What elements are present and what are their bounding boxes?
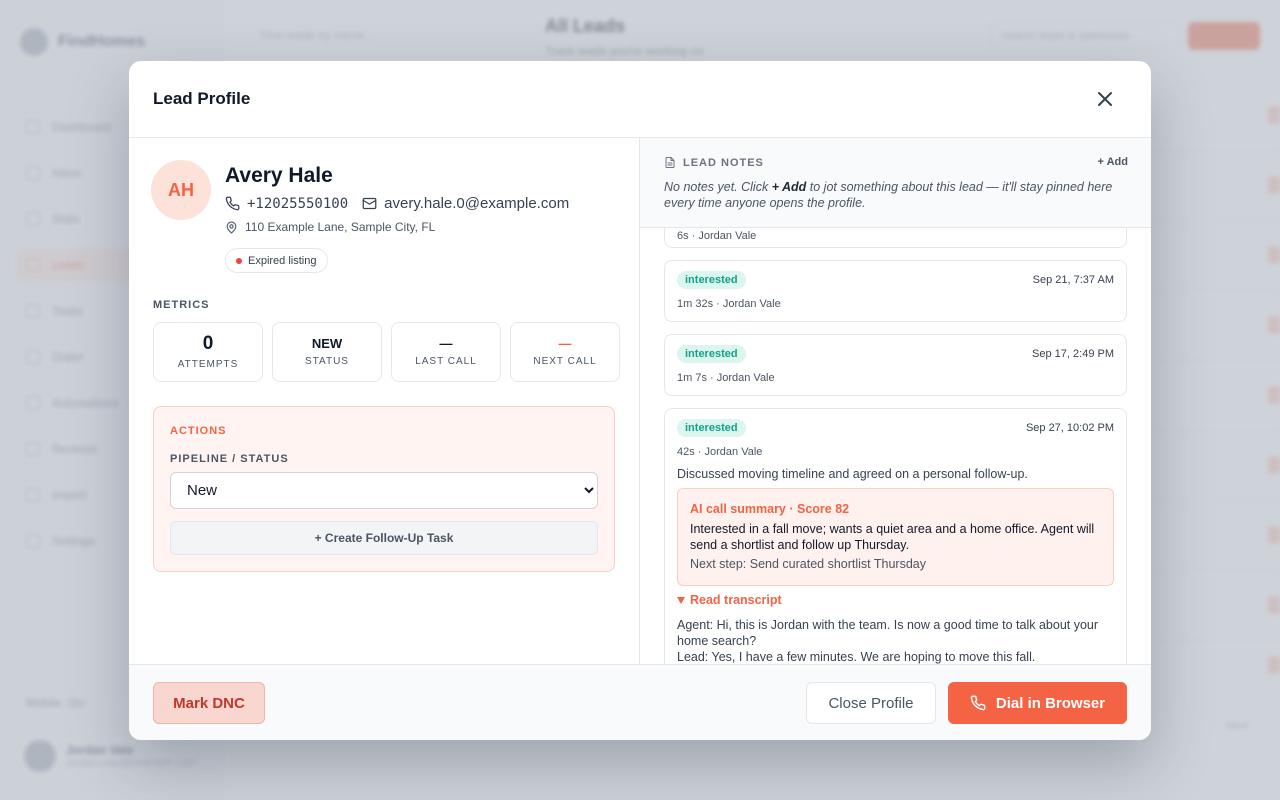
call-date: Sep 17, 2:49 PM [1032, 348, 1114, 360]
metrics-label: METRICS [153, 299, 210, 311]
actions-panel: ACTIONS PIPELINE / STATUS New + Create F… [153, 406, 615, 572]
ai-summary-title: AI call summary · Score 82 [690, 502, 850, 516]
call-date: Sep 27, 10:02 PM [1025, 422, 1114, 434]
phone-icon [225, 196, 240, 211]
lead-notes-header: LEAD NOTES + Add No notes yet. Click + A… [640, 138, 1151, 228]
metrics-row: 0 Attempts NEW Status — Last Call — Next… [153, 322, 620, 382]
read-transcript-toggle[interactable]: Read transcript [677, 593, 782, 607]
tag-dot-icon [236, 257, 242, 264]
lead-profile-modal: Lead Profile AH Avery Hale +12025550100 … [129, 61, 1151, 740]
metric-status: NEW Status [272, 322, 382, 382]
mail-icon [362, 197, 377, 210]
call-outcome-badge: interested [677, 271, 746, 289]
call-note: Discussed moving timeline and agreed on … [677, 467, 1028, 481]
call-meta: 42s · Jordan Vale [677, 446, 763, 458]
ai-call-summary: AI call summary · Score 82 Interested in… [677, 488, 1114, 586]
call-card[interactable]: interested Sep 27, 10:02 PM 42s · Jordan… [664, 408, 1127, 664]
call-card[interactable]: interested Sep 21, 7:37 AM 1m 32s · Jord… [664, 260, 1127, 322]
actions-title: ACTIONS [170, 425, 227, 437]
call-outcome-badge: interested [677, 419, 746, 437]
document-icon [665, 157, 675, 168]
lead-notes-title: LEAD NOTES [664, 156, 764, 169]
modal-header: Lead Profile [129, 61, 1151, 138]
mark-dnc-button[interactable]: Mark DNC [153, 682, 265, 724]
lead-phone[interactable]: +12025550100 [225, 196, 348, 212]
contact-row: +12025550100 avery.hale.0@example.com [225, 195, 569, 212]
metric-last-call: — Last Call [391, 322, 501, 382]
modal-footer: Mark DNC Close Profile Dial in Browser [129, 664, 1151, 740]
transcript-line: Lead: Yes, I have a few minutes. We are … [677, 650, 1036, 664]
map-pin-icon [226, 221, 237, 233]
ai-next-step: Next step: Send curated shortlist Thursd… [690, 557, 926, 571]
call-card[interactable]: interested Sep 17, 2:49 PM 1m 7s · Jorda… [664, 334, 1127, 396]
lead-name: Avery Hale [225, 164, 333, 187]
lead-source-tag: Expired listing [225, 248, 329, 273]
notes-empty-state: No notes yet. Click + Add to jot somethi… [664, 180, 1113, 210]
metric-attempts: 0 Attempts [153, 322, 263, 382]
lead-avatar: AH [151, 160, 211, 220]
close-profile-button[interactable]: Close Profile [806, 682, 936, 724]
transcript-line: Agent: Hi, this is Jordan with the team.… [677, 618, 1099, 648]
create-follow-up-task-button[interactable]: + Create Follow-Up Task [170, 521, 598, 555]
lead-address: 110 Example Lane, Sample City, FL [225, 220, 435, 234]
add-note-button[interactable]: + Add [1098, 156, 1128, 168]
close-button[interactable] [1093, 87, 1117, 111]
lead-details-pane: AH Avery Hale +12025550100 avery.hale.0@… [129, 138, 639, 664]
pipeline-status-select[interactable]: New [170, 472, 598, 509]
close-icon [1098, 92, 1112, 106]
pipeline-label: PIPELINE / STATUS [170, 453, 289, 465]
call-meta: 1m 7s · Jordan Vale [677, 372, 775, 384]
call-outcome-badge: interested [677, 345, 746, 363]
ai-summary-text: Interested in a fall move; wants a quiet… [690, 522, 1095, 552]
dial-in-browser-button[interactable]: Dial in Browser [948, 682, 1127, 724]
lead-email[interactable]: avery.hale.0@example.com [362, 195, 569, 212]
caret-down-icon [677, 596, 685, 604]
call-date: Sep 21, 7:37 AM [1032, 274, 1114, 286]
metric-next-call: — Next Call [510, 322, 620, 382]
phone-icon [970, 695, 986, 711]
notes-and-calls-pane: LEAD NOTES + Add No notes yet. Click + A… [639, 138, 1151, 664]
modal-title: Lead Profile [153, 89, 251, 108]
call-meta: 1m 32s · Jordan Vale [677, 298, 781, 310]
call-transcript: Agent: Hi, this is Jordan with the team.… [677, 617, 1114, 664]
